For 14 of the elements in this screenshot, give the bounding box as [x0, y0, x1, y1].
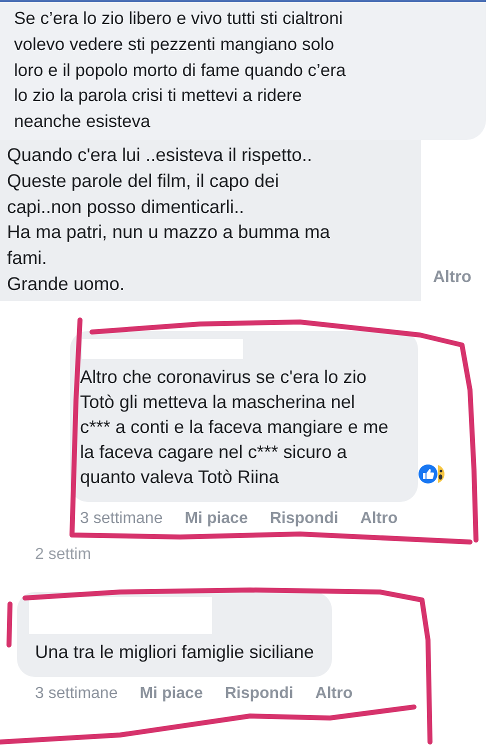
- comment-action-link[interactable]: Altro: [315, 684, 353, 703]
- comment-time: 3 settimane: [80, 510, 163, 528]
- comment-time: 3 settimane: [35, 684, 118, 703]
- comment-time: 2 settim: [35, 546, 92, 564]
- comment-action-link[interactable]: Altro: [360, 510, 398, 528]
- comment-action-link[interactable]: Mi piace: [140, 684, 203, 703]
- comment-text: Altro che coronavirus se c'era lo zio Totò gli metteva la mascherina nel c*** a conti e la faceva mangiare e me la faceva cagare nel c*** sicuro a quanto valeva Totò Riina: [80, 366, 388, 489]
- comment-action-link[interactable]: Rispondi: [224, 684, 294, 703]
- comment-text: Quando c'era lui ..esisteva il rispetto.. Queste parole del film, il capo dei capi..non posso dimenticarli.. Ha ma patri, nun u mazzo a bumma ma fami. Grande uomo.: [0, 140, 421, 301]
- comment-action-link[interactable]: Rispondi: [270, 510, 338, 528]
- comment-text: Una tra le migliori famiglie siciliane: [35, 640, 314, 664]
- comment-action-link[interactable]: Mi piace: [184, 510, 248, 528]
- more-link[interactable]: Altro: [433, 268, 472, 287]
- comment-text: Se c’era lo zio libero e vivo tutti sti cialtroni volevo vedere sti pezzenti mangiano solo loro e il popolo morto di fame quando c’era lo zio la parola crisi ti mettevi a ridere neanche esisteva: [0, 0, 486, 140]
